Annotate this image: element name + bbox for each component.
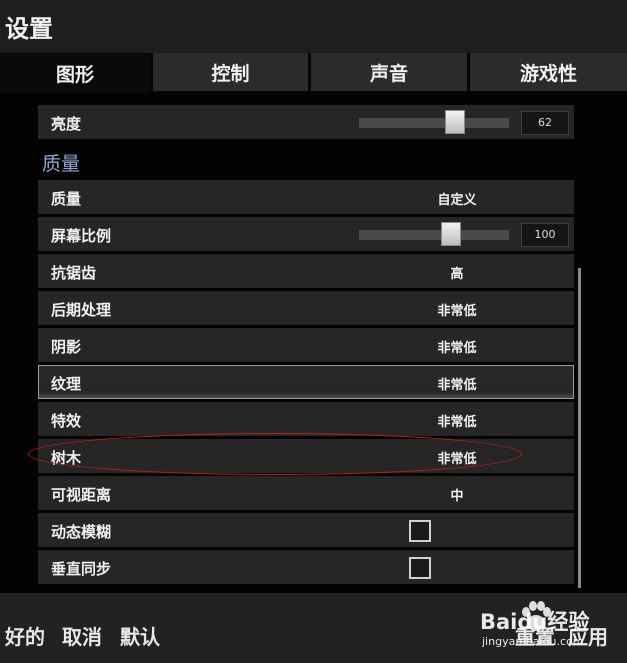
view-distance-value[interactable]: 中 xyxy=(379,485,535,504)
title-bar: 设置 xyxy=(0,0,627,53)
screen-scale-label: 屏幕比例 xyxy=(51,227,112,245)
screen-scale-row: 屏幕比例 100 xyxy=(38,217,574,251)
shadows-label: 阴影 xyxy=(51,338,82,356)
watermark-brand: Baidu经验 xyxy=(480,610,590,634)
textures-label: 纹理 xyxy=(51,375,82,393)
brightness-value[interactable]: 62 xyxy=(521,111,569,135)
foliage-value[interactable]: 非常低 xyxy=(379,448,535,467)
tab-sound[interactable]: 声音 xyxy=(311,53,467,91)
post-processing-label: 后期处理 xyxy=(51,301,112,319)
view-distance-label: 可视距离 xyxy=(51,486,112,504)
window-title: 设置 xyxy=(5,15,53,43)
brightness-slider[interactable] xyxy=(359,110,509,134)
post-processing-row[interactable]: 后期处理 非常低 xyxy=(38,291,574,325)
screen-scale-slider-thumb[interactable] xyxy=(441,222,461,246)
shadows-row[interactable]: 阴影 非常低 xyxy=(38,328,574,362)
brightness-slider-thumb[interactable] xyxy=(445,110,465,134)
cancel-button[interactable]: 取消 xyxy=(62,621,102,650)
quality-label: 质量 xyxy=(51,190,82,208)
shadows-value[interactable]: 非常低 xyxy=(379,337,535,356)
effects-value[interactable]: 非常低 xyxy=(379,411,535,430)
motion-blur-checkbox[interactable] xyxy=(409,520,431,542)
screen-scale-value[interactable]: 100 xyxy=(521,223,569,247)
scrollbar[interactable] xyxy=(578,268,581,588)
default-button[interactable]: 默认 xyxy=(120,621,160,650)
quality-row[interactable]: 质量 自定义 xyxy=(38,180,574,214)
tab-graphics[interactable]: 图形 xyxy=(0,53,150,93)
foliage-row[interactable]: 树木 非常低 xyxy=(38,439,574,473)
quality-value[interactable]: 自定义 xyxy=(379,189,535,208)
textures-row[interactable]: 纹理 非常低 xyxy=(38,365,574,399)
motion-blur-label: 动态模糊 xyxy=(51,523,112,541)
view-distance-row[interactable]: 可视距离 中 xyxy=(38,476,574,510)
tab-bar: 图形 控制 声音 游戏性 xyxy=(0,53,627,93)
ok-button[interactable]: 好的 xyxy=(5,621,45,650)
settings-panel[interactable]: 亮度 62 质量 质量 自定义 屏幕比例 100 抗锯齿 高 后期处理 非常低 … xyxy=(0,93,627,593)
brightness-row: 亮度 62 xyxy=(38,105,574,139)
effects-label: 特效 xyxy=(51,412,82,430)
vsync-checkbox[interactable] xyxy=(409,557,431,579)
anti-aliasing-value[interactable]: 高 xyxy=(379,263,535,282)
baidu-watermark: Baidu经验 jingyan.baidu.com xyxy=(480,598,625,658)
textures-value[interactable]: 非常低 xyxy=(379,374,535,393)
anti-aliasing-row[interactable]: 抗锯齿 高 xyxy=(38,254,574,288)
tab-controls[interactable]: 控制 xyxy=(153,53,308,91)
brightness-label: 亮度 xyxy=(51,115,82,133)
vsync-label: 垂直同步 xyxy=(51,560,112,578)
effects-row[interactable]: 特效 非常低 xyxy=(38,402,574,436)
watermark-site: jingyan.baidu.com xyxy=(482,635,584,648)
tab-gameplay[interactable]: 游戏性 xyxy=(470,53,627,91)
foliage-label: 树木 xyxy=(51,449,82,467)
quality-section-header: 质量 xyxy=(42,153,81,175)
anti-aliasing-label: 抗锯齿 xyxy=(51,264,97,282)
vsync-row: 垂直同步 xyxy=(38,550,574,584)
motion-blur-row: 动态模糊 xyxy=(38,513,574,547)
post-processing-value[interactable]: 非常低 xyxy=(379,300,535,319)
screen-scale-slider[interactable] xyxy=(359,222,509,246)
